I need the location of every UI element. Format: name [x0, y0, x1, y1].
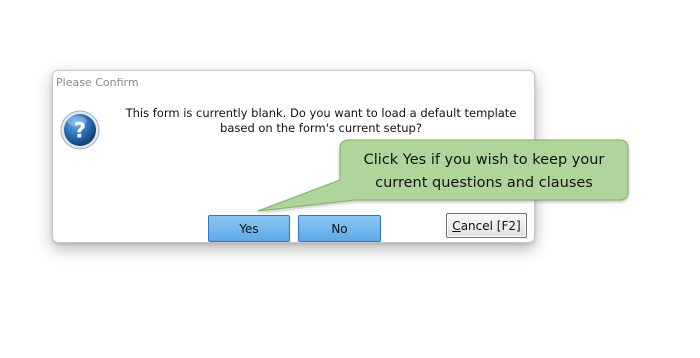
svg-text:?: ?	[74, 119, 86, 143]
callout-line-2: current questions and clauses	[375, 175, 593, 191]
callout-tooltip: Click Yes if you wish to keep your curre…	[340, 144, 628, 200]
cancel-button-label: ancel [F2]	[460, 218, 521, 233]
cancel-button[interactable]: Cancel [F2]	[446, 213, 527, 238]
callout-line-1: Click Yes if you wish to keep your	[363, 152, 605, 168]
no-button-label: No	[331, 221, 348, 236]
question-icon: ?	[60, 110, 100, 150]
dialog-title: Please Confirm	[56, 76, 139, 89]
no-button[interactable]: No	[298, 215, 381, 242]
yes-button[interactable]: Yes	[208, 215, 290, 242]
yes-button-label: Yes	[239, 221, 259, 236]
dialog-message: This form is currently blank. Do you wan…	[125, 106, 517, 135]
cancel-mnemonic: C	[452, 218, 461, 233]
